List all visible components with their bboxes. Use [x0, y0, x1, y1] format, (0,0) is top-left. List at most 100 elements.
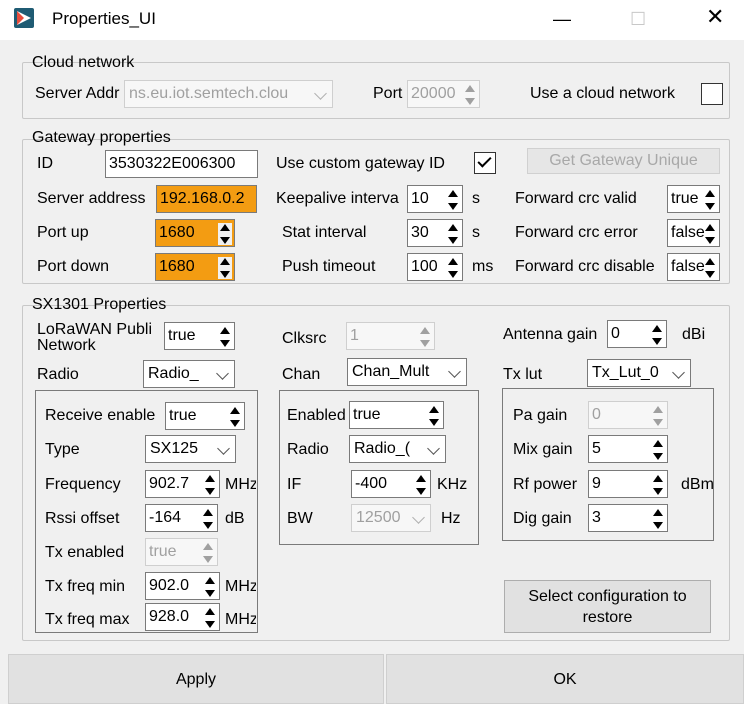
keepalive-spinbox[interactable]: 10: [407, 185, 463, 213]
spin-arrows-icon: [651, 405, 665, 427]
sx1301-title: SX1301 Properties: [32, 296, 167, 313]
gateway-id-input[interactable]: 3530322E006300: [105, 150, 258, 178]
chan-label: Chan: [282, 366, 321, 383]
receive-enable-value: true: [169, 407, 197, 424]
tx-freq-max-spinbox[interactable]: 928.0: [145, 603, 220, 631]
port-down-value: 1680: [159, 258, 195, 275]
pa-gain-spinbox: 0: [588, 401, 668, 429]
chan-radio-select[interactable]: Radio_(: [349, 435, 446, 463]
if-spinbox[interactable]: -400: [351, 470, 431, 498]
radio-select[interactable]: Radio_: [143, 360, 235, 388]
spin-arrows-icon[interactable]: [703, 257, 717, 279]
tx-freq-max-label: Tx freq max: [45, 611, 130, 628]
port-down-spinbox[interactable]: 1680: [155, 253, 235, 281]
port-up-spinbox[interactable]: 1680: [155, 219, 235, 247]
spin-arrows-icon[interactable]: [446, 257, 460, 279]
chevron-down-icon: [314, 87, 327, 100]
crc-valid-spinbox[interactable]: true: [667, 185, 720, 213]
cloud-server-combo: ns.eu.iot.semtech.clou: [124, 80, 333, 108]
custom-id-checkbox[interactable]: [474, 152, 496, 174]
get-unique-id-button[interactable]: Get Gateway Unique: [527, 148, 720, 174]
crc-disable-spinbox[interactable]: false: [667, 253, 720, 281]
custom-id-label: Use custom gateway ID: [276, 155, 445, 172]
tx-freq-min-spinbox[interactable]: 902.0: [145, 572, 220, 600]
close-icon[interactable]: ✕: [706, 6, 724, 28]
server-address-input[interactable]: 192.168.0.2: [156, 185, 257, 213]
type-select[interactable]: SX125: [145, 435, 236, 463]
spin-arrows-icon[interactable]: [218, 257, 232, 279]
ok-button[interactable]: OK: [386, 654, 744, 704]
dig-gain-spinbox[interactable]: 3: [588, 504, 668, 532]
spin-arrows-icon[interactable]: [414, 474, 428, 496]
minimize-icon[interactable]: —: [553, 9, 571, 29]
spin-arrows-icon[interactable]: [703, 223, 717, 245]
radio-label: Radio: [37, 366, 79, 383]
crc-disable-label: Forward crc disable: [515, 258, 655, 275]
crc-valid-value: true: [671, 190, 699, 207]
antenna-gain-spinbox[interactable]: 0: [607, 320, 667, 348]
maximize-icon[interactable]: ☐: [630, 9, 646, 29]
spin-arrows-icon[interactable]: [228, 406, 242, 428]
spin-arrows-icon[interactable]: [203, 474, 217, 496]
cloud-network-title: Cloud network: [32, 54, 135, 71]
gateway-id-label: ID: [37, 155, 53, 172]
server-address-value: 192.168.0.2: [160, 190, 245, 207]
spin-arrows-icon[interactable]: [703, 189, 717, 211]
mix-gain-spinbox[interactable]: 5: [588, 435, 668, 463]
tx-freq-min-label: Tx freq min: [45, 578, 126, 595]
radio-select-value: Radio_: [148, 365, 199, 382]
use-cloud-checkbox[interactable]: [701, 83, 723, 105]
rssi-offset-unit: dB: [225, 510, 245, 527]
tx-lut-label: Tx lut: [503, 366, 543, 383]
chan-select-value: Chan_Mult: [352, 363, 430, 380]
chan-enabled-label: Enabled: [287, 407, 346, 424]
push-timeout-label: Push timeout: [282, 258, 376, 275]
chan-enabled-spinbox[interactable]: true: [349, 401, 444, 429]
spin-arrows-icon[interactable]: [446, 189, 460, 211]
frequency-value: 902.7: [149, 475, 190, 492]
antenna-gain-unit: dBi: [682, 326, 706, 343]
chan-select[interactable]: Chan_Mult: [347, 358, 467, 386]
spin-arrows-icon[interactable]: [427, 405, 441, 427]
chevron-down-icon: [672, 366, 685, 379]
spin-arrows-icon[interactable]: [651, 508, 665, 530]
stat-interval-spinbox[interactable]: 30: [407, 219, 463, 247]
spin-arrows-icon[interactable]: [203, 607, 217, 629]
spin-arrows-icon: [463, 84, 477, 106]
spin-arrows-icon[interactable]: [218, 223, 232, 245]
spin-arrows-icon[interactable]: [651, 474, 665, 496]
bw-select: 12500: [351, 504, 431, 532]
pa-gain-value: 0: [592, 406, 601, 423]
chevron-down-icon: [427, 442, 440, 455]
spin-arrows-icon[interactable]: [201, 508, 215, 530]
rf-power-spinbox[interactable]: 9: [588, 470, 668, 498]
if-unit: KHz: [437, 476, 468, 493]
spin-arrows-icon[interactable]: [203, 576, 217, 598]
pa-gain-label: Pa gain: [513, 407, 568, 424]
spin-arrows-icon[interactable]: [218, 326, 232, 348]
tx-lut-select[interactable]: Tx_Lut_0: [587, 359, 691, 387]
apply-button[interactable]: Apply: [8, 654, 384, 704]
spin-arrows-icon[interactable]: [650, 324, 664, 346]
gateway-id-value: 3530322E006300: [109, 155, 236, 172]
window-title: Properties_UI: [52, 9, 156, 28]
spin-arrows-icon[interactable]: [446, 223, 460, 245]
rssi-offset-spinbox[interactable]: -164: [145, 504, 218, 532]
gateway-properties-title: Gateway properties: [32, 129, 171, 146]
push-timeout-value: 100: [411, 258, 438, 275]
spin-arrows-icon[interactable]: [651, 439, 665, 461]
crc-error-spinbox[interactable]: false: [667, 219, 720, 247]
restore-config-button[interactable]: Select configuration to restore: [504, 580, 711, 633]
keepalive-label: Keepalive interva: [276, 190, 399, 207]
receive-enable-spinbox[interactable]: true: [165, 402, 245, 430]
frequency-spinbox[interactable]: 902.7: [145, 470, 220, 498]
type-select-value: SX125: [150, 440, 199, 457]
rssi-offset-label: Rssi offset: [45, 510, 120, 527]
if-value: -400: [355, 475, 388, 492]
push-timeout-spinbox[interactable]: 100: [407, 253, 463, 281]
lorawan-public-spinbox[interactable]: true: [164, 322, 235, 350]
lorawan-label-network: Network: [37, 337, 96, 354]
chevron-down-icon: [216, 367, 229, 380]
antenna-gain-label: Antenna gain: [503, 326, 598, 343]
tx-freq-min-unit: MHz: [225, 578, 256, 595]
